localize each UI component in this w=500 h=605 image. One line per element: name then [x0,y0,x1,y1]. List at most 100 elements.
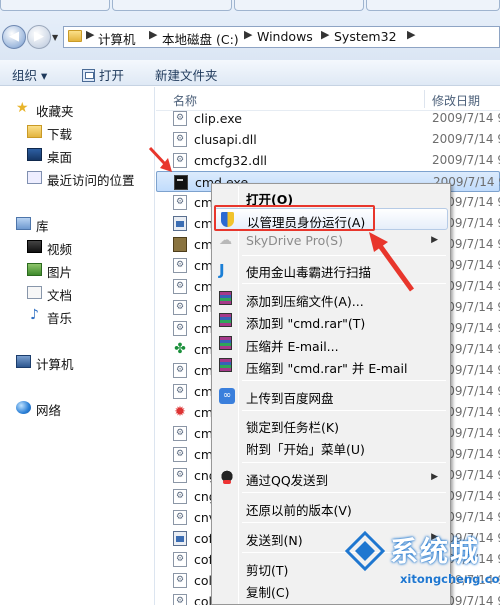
menu-separator [242,410,446,411]
submenu-arrow-icon: ▶ [431,472,438,482]
music-note-icon: ♪ [30,307,39,323]
nav-network-label: 网络 [36,403,62,418]
menu-label: 通过QQ发送到 [246,473,329,488]
nav-item-label: 最近访问的位置 [47,173,135,188]
colorful-icon: ✹ [174,404,186,420]
breadcrumb-separator-icon[interactable]: ▶ [86,28,94,41]
document-icon [27,286,42,299]
nav-item-label: 音乐 [47,311,73,326]
organize-button[interactable]: 组织 ▾ [12,65,47,84]
breadcrumb-separator-icon[interactable]: ▶ [244,28,252,41]
dll-icon [173,594,187,605]
window-icon [173,216,187,231]
exe-icon [173,111,187,126]
back-button[interactable]: ◀ [2,25,26,49]
winrar-icon [219,291,232,305]
menu-item-pin-taskbar[interactable]: 锁定到任务栏(K) [214,414,448,436]
dll-icon [173,447,187,462]
menu-item-compress-cmd-email[interactable]: 压缩到 "cmd.rar" 并 E-mail [214,355,448,377]
breadcrumb-separator-icon[interactable]: ▶ [321,28,329,41]
column-header-modified[interactable]: 修改日期 [432,92,480,109]
download-folder-icon [27,125,42,138]
menu-label: 复制(C) [246,585,290,600]
open-label: 打开 [99,68,125,83]
menu-item-compress-email[interactable]: 压缩并 E-mail... [214,333,448,355]
menu-item-baidu-upload[interactable]: ∞ 上传到百度网盘 [214,385,448,407]
menu-label: 使用金山毒霸进行扫描 [246,265,372,280]
nav-libraries-label: 库 [36,219,49,234]
dll-icon [173,489,187,504]
new-folder-button[interactable]: 新建文件夹 [155,65,218,84]
breadcrumb-computer[interactable]: 计算机 [98,29,136,48]
menu-label: 添加到压缩文件(A)... [246,294,364,309]
winrar-icon [219,313,232,327]
column-divider[interactable] [424,90,425,108]
nav-item-label: 视频 [47,242,73,257]
file-modified-date: 2009/7/14 9 [432,132,500,146]
dll-icon [173,468,187,483]
file-row[interactable]: clusapi.dll 2009/7/14 9 [156,129,500,150]
file-name: cmcfg32.dll [194,153,268,168]
breadcrumb-local-disk[interactable]: 本地磁盘 (C:) [162,29,239,48]
menu-item-restore-previous[interactable]: 还原以前的版本(V) [214,497,448,519]
background-tab[interactable] [234,0,364,11]
menu-separator [242,380,446,381]
watermark-brand: 系统城 [390,535,481,568]
address-box[interactable]: ▶ 计算机 ▶ 本地磁盘 (C:) ▶ Windows ▶ System32 ▶ [63,26,500,48]
xitongcheng-logo-icon [344,530,386,572]
video-icon [27,240,42,253]
dll-icon [173,384,187,399]
menu-label: 压缩并 E-mail... [246,339,339,354]
dll-icon [173,258,187,273]
clover-icon: ✤ [174,341,186,357]
forward-button[interactable]: ▶ [27,25,51,49]
nav-item-label: 文档 [47,288,73,303]
recent-places-icon [27,171,42,184]
app-icon [173,237,187,252]
menu-item-pin-start[interactable]: 附到「开始」菜单(U) [214,436,448,458]
highlight-box [214,205,375,231]
picture-icon [27,263,42,276]
folder-icon [68,30,82,42]
cmd-icon [174,175,188,190]
history-dropdown-icon[interactable]: ▼ [52,33,58,42]
dll-icon [173,300,187,315]
kingsoft-antivirus-icon: J [219,261,225,279]
dll-icon [173,510,187,525]
library-icon [16,217,31,230]
breadcrumb-separator-icon[interactable]: ▶ [407,28,415,41]
menu-separator [242,462,446,463]
menu-separator [242,522,446,523]
breadcrumb-separator-icon[interactable]: ▶ [149,28,157,41]
address-bar-region: ◀ ▶ ▼ ▶ 计算机 ▶ 本地磁盘 (C:) ▶ Windows ▶ Syst… [0,0,500,60]
column-header-name[interactable]: 名称 [173,92,197,109]
file-row[interactable]: clip.exe 2009/7/14 9 [156,108,500,129]
dll-icon [173,195,187,210]
menu-item-skydrive[interactable]: ☁ SkyDrive Pro(S) ▶ [214,230,448,252]
submenu-arrow-icon: ▶ [431,235,438,245]
dll-icon [173,573,187,588]
menu-item-add-to-archive[interactable]: 添加到压缩文件(A)... [214,288,448,310]
computer-icon [16,355,31,368]
nav-computer-label: 计算机 [36,357,74,372]
star-icon: ★ [16,100,29,116]
menu-item-kingsoft-scan[interactable]: J 使用金山毒霸进行扫描 [214,259,448,281]
breadcrumb-system32[interactable]: System32 [334,29,397,44]
breadcrumb-windows[interactable]: Windows [257,29,313,44]
file-row[interactable]: cmcfg32.dll 2009/7/14 9 [156,150,500,171]
file-name: col [194,573,212,588]
menu-item-send-via-qq[interactable]: 通过QQ发送到 ▶ [214,467,448,489]
menu-label: 压缩到 "cmd.rar" 并 E-mail [246,361,408,376]
navigation-pane: ★ 收藏夹 下载 桌面 最近访问的位置 库 视频 图片 文档 ♪ 音乐 计算机 … [0,87,155,605]
open-button[interactable]: 打开 [82,65,124,84]
dll-icon [173,153,187,168]
menu-item-add-to-cmd-rar[interactable]: 添加到 "cmd.rar"(T) [214,310,448,332]
background-tab[interactable] [366,0,500,11]
background-tab[interactable] [112,0,232,11]
desktop-icon [27,148,42,161]
menu-label: 剪切(T) [246,563,289,578]
background-tab[interactable] [0,0,110,11]
winrar-icon [219,336,232,350]
menu-label: 添加到 "cmd.rar"(T) [246,316,366,331]
menu-label: 发送到(N) [246,533,303,548]
